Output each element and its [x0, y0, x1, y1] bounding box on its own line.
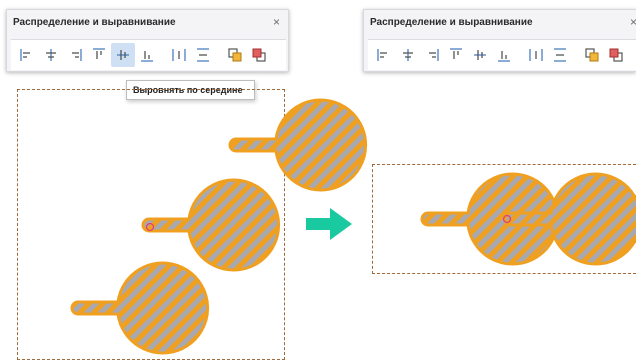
pie-shape[interactable] [70, 261, 210, 355]
arrow-right-icon [306, 208, 352, 240]
pie-shape[interactable] [228, 98, 368, 192]
canvas [70, 98, 636, 355]
pie-shape[interactable] [141, 178, 281, 272]
